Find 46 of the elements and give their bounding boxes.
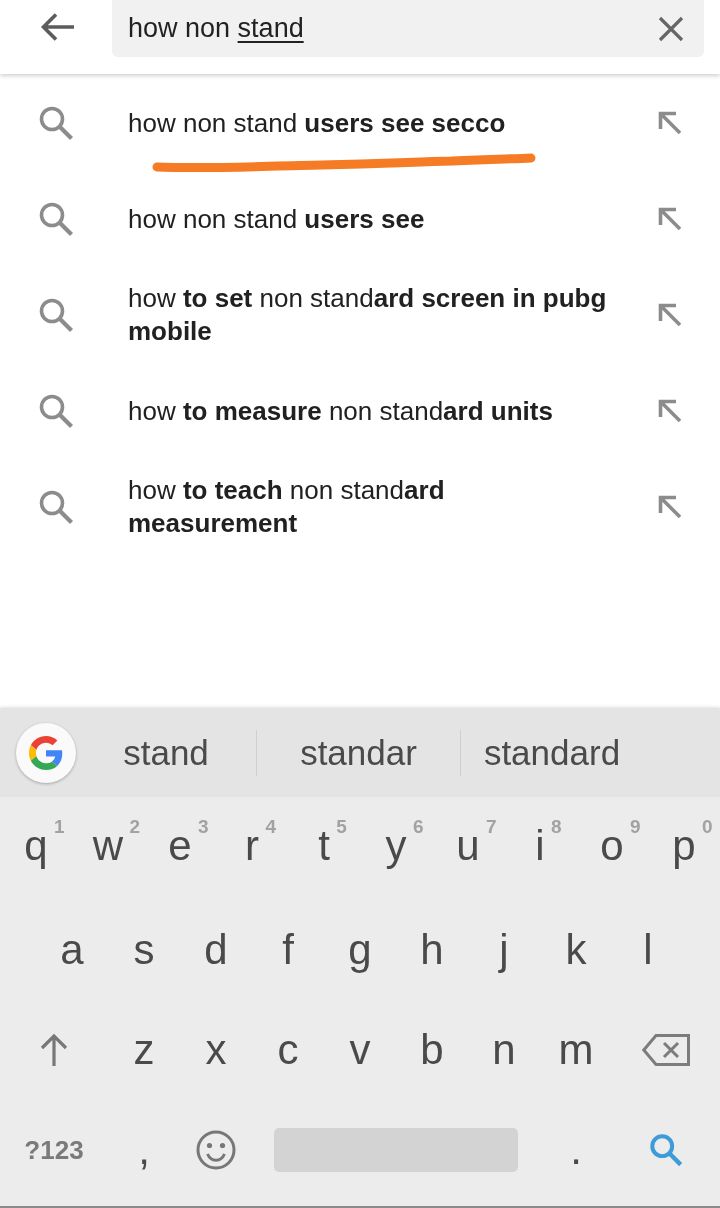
key[interactable]: l [643,928,653,972]
arrow-up-left-icon[interactable] [657,494,683,520]
key[interactable]: k [565,928,587,972]
suggestion-text[interactable]: how to teach non standard measurement [128,474,615,540]
suggestion-text[interactable]: how to set non standard screen in pubg mobile [128,282,615,348]
key[interactable]: v [349,1028,371,1072]
key[interactable]: h [420,928,444,972]
key[interactable]: x [205,1028,227,1072]
search-icon [38,393,74,429]
key[interactable]: , [138,1128,150,1172]
search-icon [38,105,74,141]
smiley-icon[interactable] [196,1130,236,1170]
search-icon [38,201,74,237]
key[interactable]: d [204,928,228,972]
key[interactable]: c [277,1028,299,1072]
key[interactable]: b [420,1028,444,1072]
suggestion-text[interactable]: how to measure non standard units [128,394,615,428]
search-icon [38,297,74,333]
search-icon [38,489,74,525]
close-icon[interactable] [658,15,684,42]
search-field[interactable]: how non stand [112,0,704,57]
suggestion-text[interactable]: how non stand users see [128,202,615,236]
shift-arrow-icon[interactable] [39,1033,69,1067]
key[interactable]: . [570,1128,582,1172]
candidate-word[interactable]: standar [300,731,417,774]
candidate-word[interactable]: stand [123,731,209,774]
arrow-up-left-icon[interactable] [657,110,683,136]
arrow-up-left-icon[interactable] [657,206,683,232]
key[interactable]: j [499,928,509,972]
key[interactable]: n [492,1028,516,1072]
g-logo-button[interactable] [16,722,76,783]
key[interactable]: f [282,928,294,972]
key[interactable]: a [60,928,84,972]
backspace-icon[interactable] [642,1034,690,1066]
key[interactable]: z [133,1028,155,1072]
suggestion-text[interactable]: how non stand users see secco [128,106,615,140]
back-arrow-icon[interactable] [39,12,75,42]
symbols-key[interactable]: ?123 [24,1134,84,1166]
candidate-word[interactable]: standard [483,731,621,774]
g-logo-icon [29,735,63,770]
arrow-up-left-icon[interactable] [657,302,683,328]
key[interactable]: g [348,928,372,972]
arrow-up-left-icon[interactable] [657,398,683,424]
key[interactable]: s [133,928,155,972]
search-icon[interactable] [649,1133,683,1167]
key[interactable]: m [558,1028,594,1072]
